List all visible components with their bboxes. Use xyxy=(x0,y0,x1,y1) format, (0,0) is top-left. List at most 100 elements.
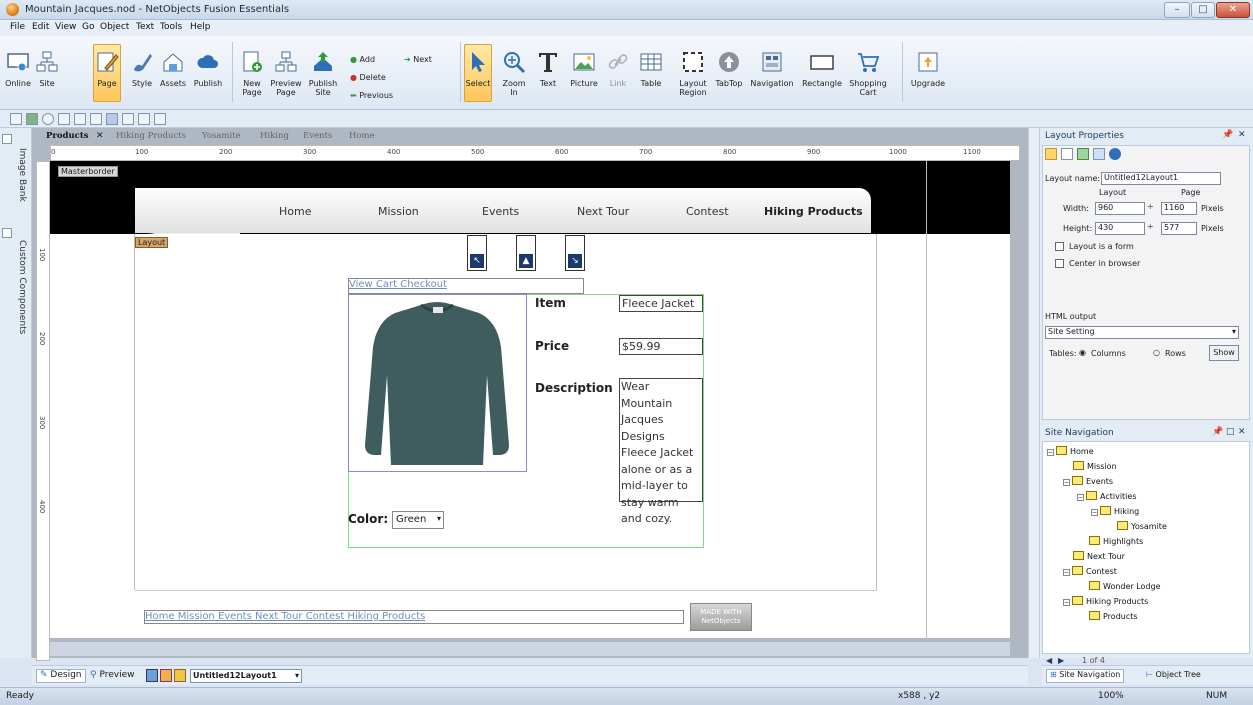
tree-item-wonder-lodge[interactable]: Wonder Lodge xyxy=(1089,581,1161,591)
tree-item-yosamite[interactable]: Yosamite xyxy=(1117,521,1167,531)
design-tab[interactable]: ✎ Design xyxy=(36,669,86,683)
center-in-browser-checkbox[interactable] xyxy=(1055,259,1064,268)
tree-item-activities[interactable]: − Activities xyxy=(1077,491,1137,501)
online-button[interactable]: Online xyxy=(4,50,32,88)
item-value[interactable]: Fleece Jacket xyxy=(619,295,703,312)
menu-text[interactable]: Text xyxy=(136,22,154,32)
menu-tools[interactable]: Tools xyxy=(160,22,182,32)
up-page-button[interactable]: ▲ xyxy=(516,235,536,271)
tab-hiking[interactable]: Hiking xyxy=(260,131,289,141)
width-spinner-icon[interactable]: ÷ xyxy=(1147,202,1154,211)
form-button-tool-icon[interactable] xyxy=(106,113,118,125)
html-output-select[interactable]: Site Setting ▾ xyxy=(1045,326,1239,339)
description-value[interactable]: Wear Mountain Jacques Designs Fleece Jac… xyxy=(619,378,703,525)
rectangle-tool-button[interactable]: Rectangle xyxy=(800,50,844,88)
pin-icon[interactable]: 📌 xyxy=(1222,130,1233,140)
nav-link-contest[interactable]: Contest xyxy=(686,205,729,218)
next-button[interactable]: ➔ Next xyxy=(404,55,432,64)
vertical-scrollbar[interactable] xyxy=(1028,128,1040,658)
layout-select[interactable]: Untitled12Layout1 ▾ xyxy=(190,669,302,683)
product-image[interactable] xyxy=(348,294,527,472)
menu-help[interactable]: Help xyxy=(190,22,211,32)
tree-item-contest[interactable]: − Contest xyxy=(1063,566,1117,576)
tree-item-hiking-products[interactable]: − Hiking Products xyxy=(1063,596,1148,606)
publish-button[interactable]: Publish xyxy=(192,50,224,88)
price-value[interactable]: $59.99 xyxy=(619,338,703,355)
text-field-tool-icon[interactable] xyxy=(74,113,86,125)
collapse-icon[interactable]: − xyxy=(1063,479,1070,486)
made-with-netobjects-badge[interactable]: MADE WITH NetObjects xyxy=(690,603,752,631)
rows-radio[interactable]: ○ xyxy=(1153,348,1160,357)
collapse-icon[interactable]: − xyxy=(1047,449,1054,456)
radio-tool-icon[interactable] xyxy=(42,113,54,125)
table-form-tool-icon[interactable] xyxy=(154,113,166,125)
page-button[interactable]: Page xyxy=(93,44,121,102)
tree-item-highlights[interactable]: Highlights xyxy=(1089,536,1143,546)
checkbox-tool-icon[interactable] xyxy=(58,113,70,125)
tab-hiking-products[interactable]: Hiking Products xyxy=(116,131,186,141)
line-tool-icon[interactable] xyxy=(10,113,22,125)
menu-view[interactable]: View xyxy=(55,22,76,32)
tabtop-button[interactable]: TabTop xyxy=(714,50,744,88)
next-page-button[interactable]: ↘ xyxy=(565,235,585,271)
layout-view-icon[interactable] xyxy=(160,669,172,682)
tab-yosamite[interactable]: Yosamite xyxy=(202,131,241,141)
tab-home[interactable]: Home xyxy=(349,131,375,141)
close-tab-icon[interactable]: ✕ xyxy=(96,131,104,141)
background-tab-icon[interactable] xyxy=(1061,148,1073,160)
form-area-tool-icon[interactable] xyxy=(138,113,150,125)
tree-item-events[interactable]: − Events xyxy=(1063,476,1113,486)
layout-tab-icon[interactable] xyxy=(1045,148,1057,160)
prev-page-button[interactable]: ↖ xyxy=(467,235,487,271)
list-tool-icon[interactable] xyxy=(90,113,102,125)
custom-components-tab[interactable]: Custom Components xyxy=(13,240,27,350)
tree-item-home[interactable]: − Home xyxy=(1047,446,1094,456)
style-button[interactable]: Style xyxy=(130,50,154,88)
show-button[interactable]: Show xyxy=(1209,345,1239,361)
preview-tab[interactable]: ⚲ Preview xyxy=(90,670,135,680)
image-bank-tab[interactable]: Image Bank xyxy=(13,148,27,228)
combo-tool-icon[interactable] xyxy=(122,113,134,125)
previous-button[interactable]: ⬅ Previous xyxy=(350,91,393,100)
site-navigation-tab[interactable]: ⊞ Site Navigation xyxy=(1046,669,1125,683)
menu-go[interactable]: Go xyxy=(82,22,94,32)
masterborder-tag[interactable]: Masterborder xyxy=(58,166,118,177)
columns-radio[interactable]: ◉ xyxy=(1079,348,1086,357)
delete-button[interactable]: ● Delete xyxy=(350,73,386,82)
preview-page-button[interactable]: Preview Page xyxy=(270,50,302,97)
fill-tool-icon[interactable] xyxy=(26,113,38,125)
cart-links[interactable]: View Cart Checkout xyxy=(348,278,584,294)
shopping-cart-button[interactable]: Shopping Cart xyxy=(848,50,888,97)
nav-link-events[interactable]: Events xyxy=(482,205,519,218)
collapse-icon[interactable]: − xyxy=(1063,569,1070,576)
layout-region-button[interactable]: Layout Region xyxy=(674,50,712,97)
table-tool-button[interactable]: Table xyxy=(638,50,664,88)
navigation-tool-button[interactable]: Navigation xyxy=(748,50,796,88)
collapse-icon[interactable]: − xyxy=(1063,599,1070,606)
style-tab-icon[interactable] xyxy=(1077,148,1089,160)
tree-item-next-tour[interactable]: Next Tour xyxy=(1073,551,1125,561)
color-select[interactable]: Green ▾ xyxy=(392,511,444,529)
link-tool-button[interactable]: Link xyxy=(606,50,630,88)
object-view-icon[interactable] xyxy=(174,669,186,682)
nav-link-next-tour[interactable]: Next Tour xyxy=(577,205,629,218)
panel-close-icon[interactable]: ✕ xyxy=(1238,427,1246,437)
maximize-button[interactable]: □ xyxy=(1191,2,1215,18)
nav-link-home[interactable]: Home xyxy=(279,205,311,218)
height-layout-input[interactable]: 430 xyxy=(1095,222,1145,235)
panel-close-icon[interactable]: ✕ xyxy=(1238,130,1246,140)
picture-tool-button[interactable]: Picture xyxy=(568,50,600,88)
collapse-icon[interactable]: − xyxy=(1077,494,1084,501)
horizontal-scrollbar[interactable] xyxy=(50,642,1010,656)
layout-name-input[interactable]: Untitled12Layout1 xyxy=(1101,172,1221,185)
new-page-button[interactable]: New Page xyxy=(238,50,266,97)
nav-link-hiking-products[interactable]: Hiking Products xyxy=(764,205,863,218)
tree-item-hiking[interactable]: − Hiking xyxy=(1091,506,1139,516)
width-page-input[interactable]: 1160 xyxy=(1161,202,1197,215)
tree-item-mission[interactable]: Mission xyxy=(1073,461,1117,471)
select-tool-button[interactable]: Select xyxy=(464,44,492,102)
tab-products[interactable]: Products xyxy=(46,131,89,141)
menu-object[interactable]: Object xyxy=(100,22,129,32)
layout-is-form-checkbox[interactable] xyxy=(1055,242,1064,251)
minimize-button[interactable]: – xyxy=(1164,2,1190,18)
